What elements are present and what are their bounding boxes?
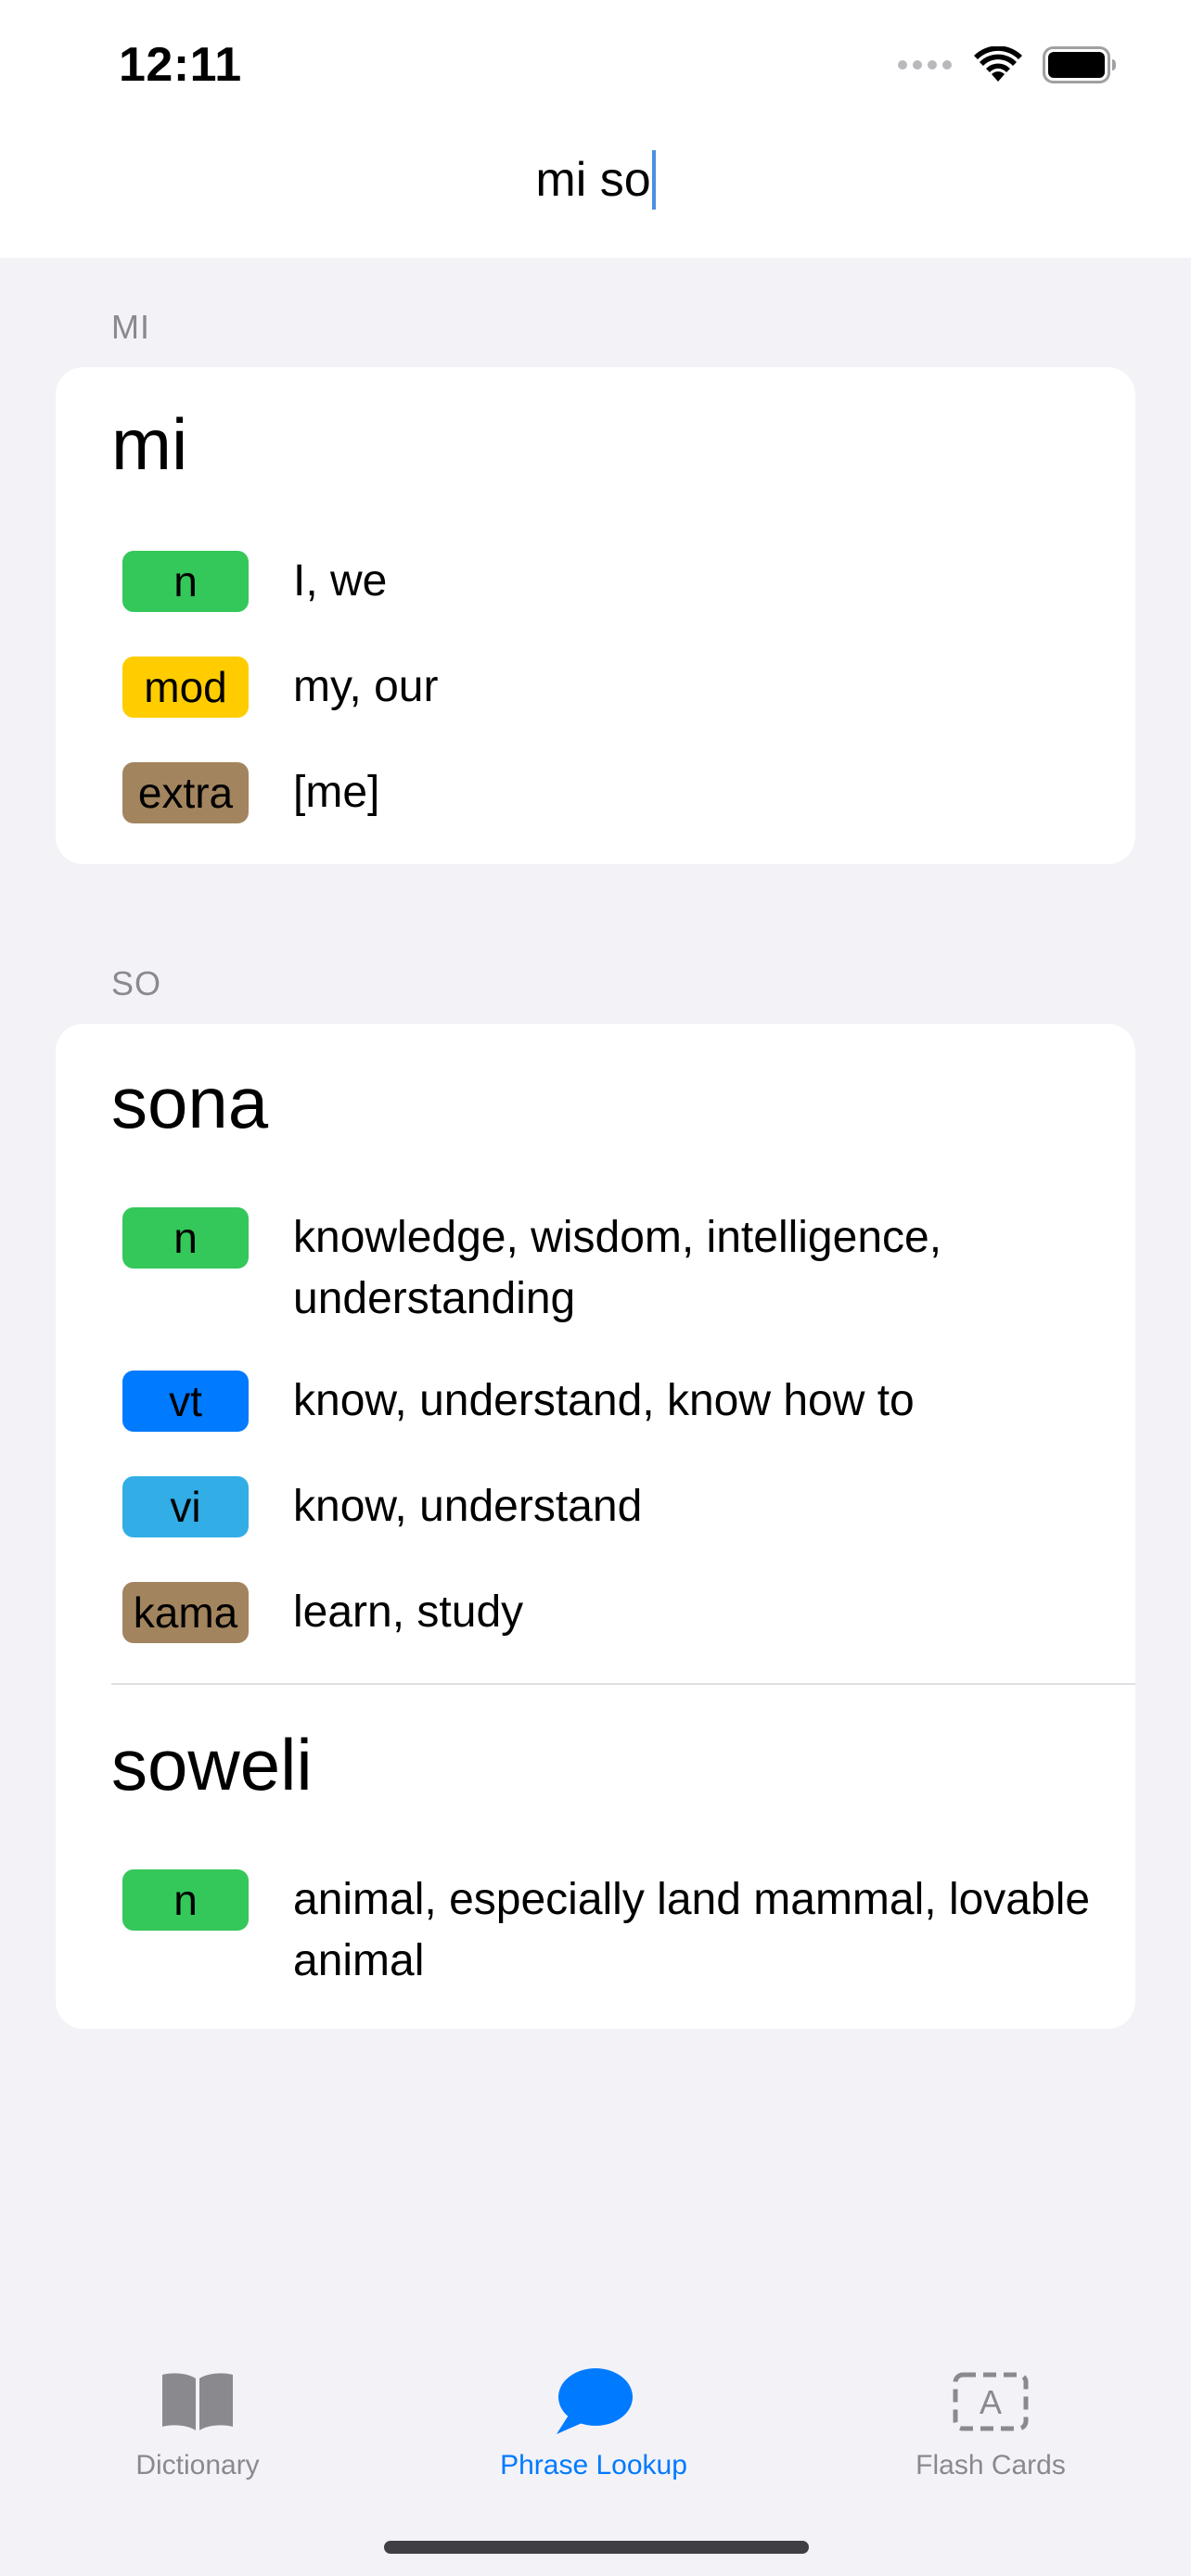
tab-label: Flash Cards [916, 2450, 1066, 2480]
speech-bubble-icon [445, 2365, 742, 2439]
pos-badge: n [122, 1869, 249, 1931]
pos-badge: extra [122, 762, 249, 823]
entry-word: soweli [111, 1724, 313, 1805]
tab-label: Phrase Lookup [500, 2450, 687, 2480]
search-input[interactable]: mi so [0, 148, 1191, 211]
entry-divider [111, 1683, 1135, 1685]
definition-row: n animal, especially land mammal, lovabl… [122, 1869, 1091, 1992]
pos-badge: n [122, 1207, 249, 1269]
tab-flash-cards[interactable]: A Flash Cards [842, 2365, 1139, 2481]
section-header-mi: MI [111, 308, 150, 346]
definition-row: kama learn, study [122, 1582, 1091, 1643]
definition-row: n knowledge, wisdom, intelligence, under… [122, 1207, 1091, 1330]
entry-word: mi [111, 403, 188, 485]
definition-text: know, understand, know how to [293, 1376, 915, 1425]
pos-badge: vt [122, 1371, 249, 1432]
section-card-mi: mi n I, we mod my, our extra [me] [56, 367, 1135, 864]
definition-text: knowledge, wisdom, intelligence, underst… [293, 1213, 942, 1323]
definition-row: vi know, understand [122, 1476, 1091, 1537]
definition-row: extra [me] [122, 762, 1091, 823]
flash-card-icon: A [842, 2365, 1139, 2439]
pos-badge: vi [122, 1476, 249, 1537]
pos-badge: mod [122, 657, 249, 718]
text-cursor [651, 150, 656, 210]
definition-row: mod my, our [122, 657, 1091, 718]
book-icon [49, 2365, 346, 2439]
tab-phrase-lookup[interactable]: Phrase Lookup [445, 2365, 742, 2481]
pos-badge: n [122, 551, 249, 612]
tab-label: Dictionary [135, 2450, 260, 2480]
battery-icon [1043, 46, 1117, 83]
definition-text: animal, especially land mammal, lovable … [293, 1875, 1091, 1985]
status-time: 12:11 [119, 38, 242, 92]
top-bar: 12:11 mi so [0, 0, 1191, 258]
entry-word: sona [111, 1062, 269, 1143]
status-icons [898, 45, 1117, 85]
definition-row: vt know, understand, know how to [122, 1371, 1091, 1432]
home-indicator[interactable] [384, 2541, 809, 2554]
cellular-signal-icon [898, 60, 952, 70]
definition-text: my, our [293, 662, 439, 711]
definition-text: know, understand [293, 1482, 643, 1531]
definition-text: [me] [293, 768, 380, 817]
definition-text: learn, study [293, 1588, 524, 1637]
definition-text: I, we [293, 556, 388, 606]
wifi-icon [974, 46, 1022, 83]
section-card-so: sona n knowledge, wisdom, intelligence, … [56, 1024, 1135, 2029]
search-input-value: mi so [535, 153, 651, 207]
definition-row: n I, we [122, 551, 1091, 612]
svg-text:A: A [980, 2383, 1002, 2421]
section-header-so: SO [111, 964, 162, 1002]
pos-badge: kama [122, 1582, 249, 1643]
tab-dictionary[interactable]: Dictionary [49, 2365, 346, 2481]
